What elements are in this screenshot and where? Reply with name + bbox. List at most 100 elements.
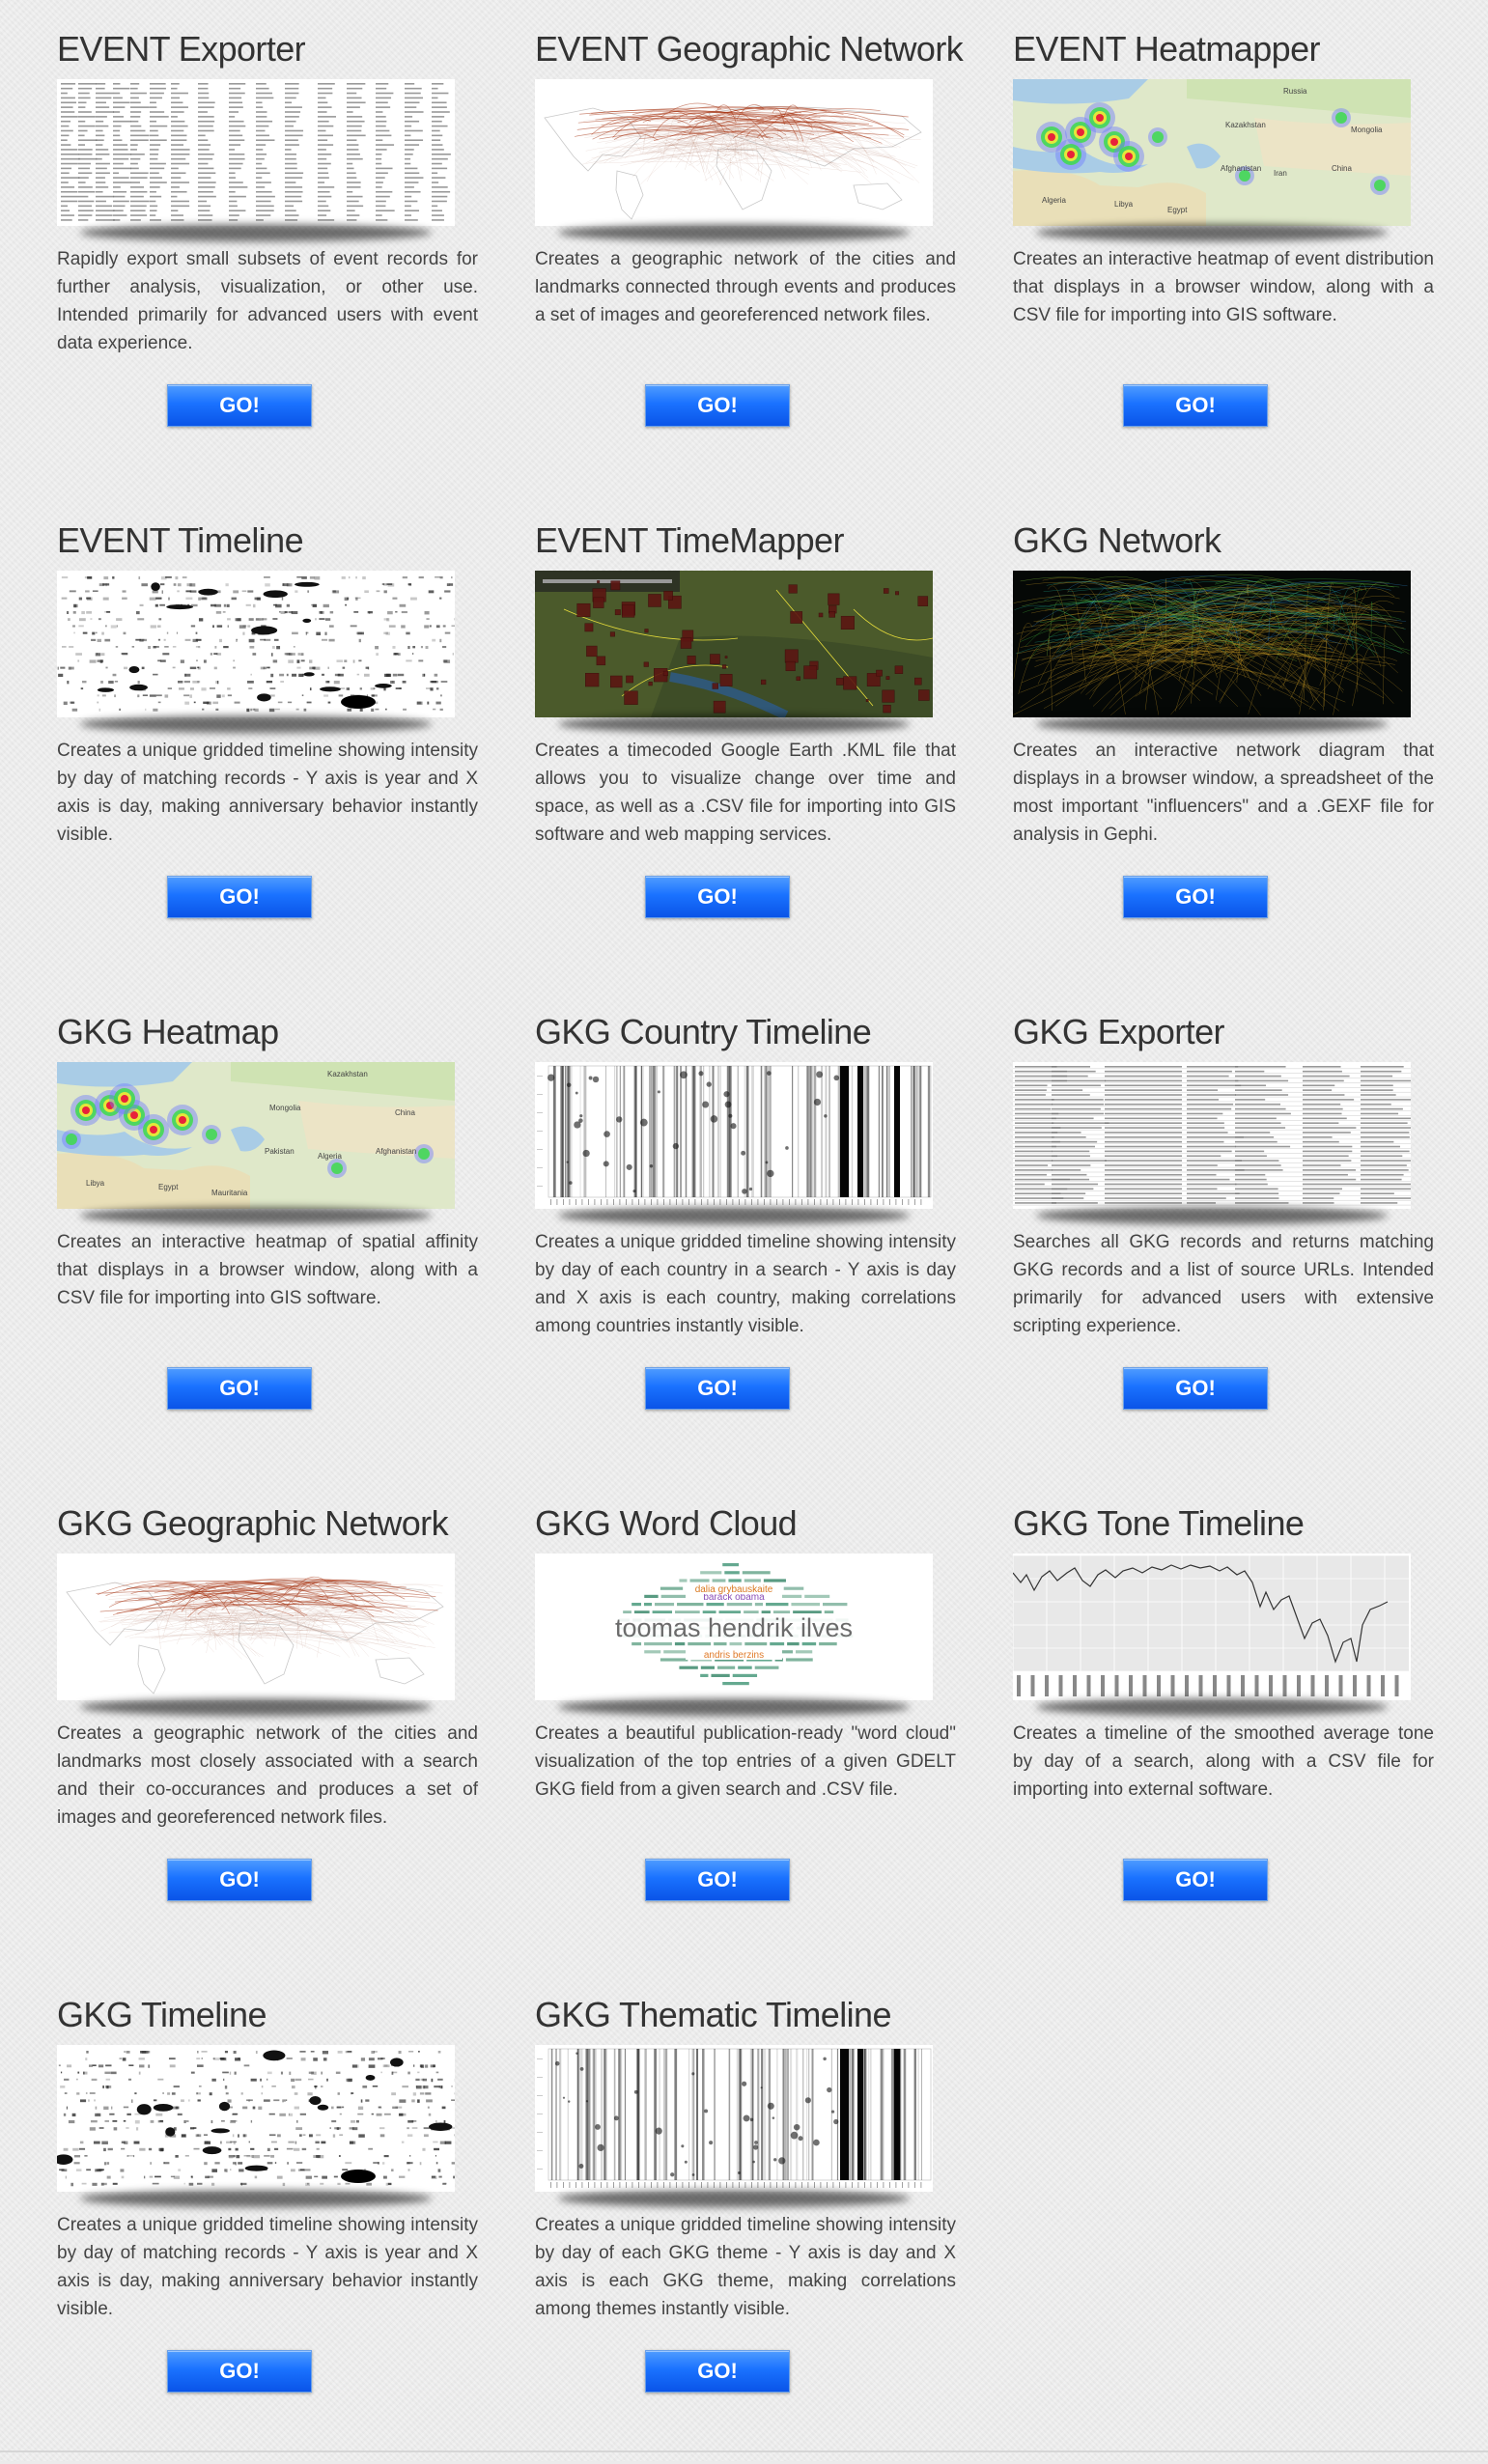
svg-text:Kazakhstan: Kazakhstan bbox=[1225, 121, 1266, 129]
spreadsheet-thumbnail bbox=[1013, 1062, 1411, 1209]
vertical-bar-timeline-image: ——————— bbox=[535, 2045, 933, 2192]
svg-text:—: — bbox=[537, 2112, 543, 2117]
svg-text:—: — bbox=[537, 1074, 543, 1079]
go-button[interactable]: GO! bbox=[167, 1367, 312, 1410]
tool-card-gkg-heatmap: GKG Heatmap KazakhstanMongoliaChinaAfgha… bbox=[57, 1008, 478, 1481]
svg-text:toomas hendrik ilves: toomas hendrik ilves bbox=[615, 1613, 853, 1642]
world-network-map-thumbnail bbox=[535, 79, 933, 226]
card-description: Creates a unique gridded timeline showin… bbox=[535, 1228, 956, 1340]
go-button[interactable]: GO! bbox=[645, 1859, 790, 1901]
card-title: EVENT Geographic Network bbox=[535, 27, 956, 71]
thumbnail-shadow bbox=[558, 715, 910, 733]
spreadsheet-table-wide-image bbox=[1013, 1062, 1411, 1209]
svg-text:Mongolia: Mongolia bbox=[269, 1104, 301, 1112]
tool-card-event-exporter: EVENT Exporter Rapidly export small subs… bbox=[57, 25, 478, 498]
heatmap-thumbnail: RussiaKazakhstanMongoliaChinaAfghanistan… bbox=[1013, 79, 1411, 226]
google-earth-map-image bbox=[535, 571, 933, 717]
card-title: GKG Thematic Timeline bbox=[535, 1993, 956, 2037]
svg-text:Pakistan: Pakistan bbox=[265, 1147, 295, 1156]
svg-text:—: — bbox=[537, 1092, 543, 1098]
gridded-timeline-image bbox=[57, 2045, 455, 2192]
gridded-timeline-thumbnail bbox=[57, 571, 455, 717]
svg-text:—: — bbox=[537, 2167, 543, 2172]
svg-text:China: China bbox=[1332, 164, 1352, 173]
svg-text:China: China bbox=[395, 1108, 415, 1117]
thumbnail-shadow bbox=[1036, 1698, 1388, 1716]
gridded-timeline-image bbox=[57, 571, 455, 717]
svg-text:Afghanistan: Afghanistan bbox=[376, 1147, 416, 1156]
tone-line-chart-image bbox=[1013, 1554, 1411, 1700]
svg-text:Algeria: Algeria bbox=[1042, 196, 1066, 205]
svg-text:—: — bbox=[537, 1129, 543, 1134]
vertical-bar-timeline-image: ——————— bbox=[535, 1062, 933, 1209]
thumbnail-shadow bbox=[80, 2190, 432, 2207]
svg-text:—: — bbox=[537, 1184, 543, 1190]
card-description: Creates a unique gridded timeline showin… bbox=[57, 2211, 478, 2323]
tool-card-gkg-geographic-network: GKG Geographic Network Creates a geograp… bbox=[57, 1499, 478, 1973]
tool-card-event-timemapper: EVENT TimeMapper Creates a timecoded Goo… bbox=[535, 517, 956, 990]
thumbnail-shadow bbox=[80, 715, 432, 733]
card-title: EVENT TimeMapper bbox=[535, 518, 956, 563]
go-button[interactable]: GO! bbox=[167, 1859, 312, 1901]
word-cloud-thumbnail: toomas hendrik ilvesbarack obamaandris b… bbox=[535, 1554, 933, 1700]
card-title: GKG Timeline bbox=[57, 1993, 478, 2037]
go-button[interactable]: GO! bbox=[645, 1367, 790, 1410]
go-button[interactable]: GO! bbox=[167, 384, 312, 427]
thumbnail-shadow bbox=[1036, 715, 1388, 733]
thumbnail-shadow bbox=[558, 1207, 910, 1224]
card-title: GKG Exporter bbox=[1013, 1010, 1434, 1054]
network-graph-image bbox=[1013, 571, 1411, 717]
spreadsheet-thumbnail bbox=[57, 79, 455, 226]
svg-text:Afghanistan: Afghanistan bbox=[1221, 164, 1261, 173]
vertical-bar-timeline-thumbnail: ——————— bbox=[535, 1062, 933, 1209]
thumbnail-shadow bbox=[558, 1698, 910, 1716]
card-title: GKG Geographic Network bbox=[57, 1501, 478, 1546]
card-title: GKG Word Cloud bbox=[535, 1501, 956, 1546]
thumbnail-shadow bbox=[80, 1698, 432, 1716]
thumbnail-shadow bbox=[80, 224, 432, 241]
tone-line-chart-thumbnail bbox=[1013, 1554, 1411, 1700]
tool-card-gkg-word-cloud: GKG Word Cloud toomas hendrik ilvesbarac… bbox=[535, 1499, 956, 1973]
tool-card-event-geographic-network: EVENT Geographic Network Creates a geogr… bbox=[535, 25, 956, 498]
svg-text:—: — bbox=[537, 1110, 543, 1116]
card-title: EVENT Exporter bbox=[57, 27, 478, 71]
svg-text:dalia grybauskaite: dalia grybauskaite bbox=[695, 1584, 773, 1595]
go-button[interactable]: GO! bbox=[645, 876, 790, 918]
svg-text:Algeria: Algeria bbox=[318, 1152, 342, 1161]
footer-divider bbox=[0, 2450, 1488, 2452]
svg-text:—: — bbox=[537, 2148, 543, 2154]
tool-card-gkg-timeline: GKG Timeline Creates a unique gridded ti… bbox=[57, 1991, 478, 2464]
card-description: Creates a unique gridded timeline showin… bbox=[57, 737, 478, 849]
svg-text:Iran: Iran bbox=[1274, 169, 1287, 178]
go-button[interactable]: GO! bbox=[1123, 384, 1268, 427]
card-title: GKG Heatmap bbox=[57, 1010, 478, 1054]
tool-card-gkg-tone-timeline: GKG Tone Timeline Creates a timeline of … bbox=[1013, 1499, 1434, 1973]
card-description: Rapidly export small subsets of event re… bbox=[57, 245, 478, 357]
svg-text:—: — bbox=[537, 2130, 543, 2136]
thumbnail-shadow bbox=[1036, 224, 1388, 241]
go-button[interactable]: GO! bbox=[1123, 876, 1268, 918]
card-title: GKG Tone Timeline bbox=[1013, 1501, 1434, 1546]
gridded-timeline-thumbnail bbox=[57, 2045, 455, 2192]
tool-card-gkg-country-timeline: GKG Country Timeline ——————— Creates a u… bbox=[535, 1008, 956, 1481]
go-button[interactable]: GO! bbox=[645, 2350, 790, 2393]
svg-text:Libya: Libya bbox=[86, 1179, 105, 1188]
go-button[interactable]: GO! bbox=[645, 384, 790, 427]
go-button[interactable]: GO! bbox=[1123, 1367, 1268, 1410]
thumbnail-shadow bbox=[558, 224, 910, 241]
card-description: Creates a unique gridded timeline showin… bbox=[535, 2211, 956, 2323]
card-description: Creates a geographic network of the citi… bbox=[535, 245, 956, 329]
go-button[interactable]: GO! bbox=[167, 876, 312, 918]
go-button[interactable]: GO! bbox=[167, 2350, 312, 2393]
world-network-map-image bbox=[57, 1554, 455, 1700]
vertical-bar-timeline-thumbnail: ——————— bbox=[535, 2045, 933, 2192]
svg-text:—: — bbox=[537, 2057, 543, 2062]
tool-card-event-heatmapper: EVENT Heatmapper RussiaKazakhstanMongoli… bbox=[1013, 25, 1434, 498]
go-button[interactable]: GO! bbox=[1123, 1859, 1268, 1901]
heatmap-image: RussiaKazakhstanMongoliaChinaAfghanistan… bbox=[1013, 79, 1411, 226]
card-description: Creates an interactive network diagram t… bbox=[1013, 737, 1434, 849]
card-title: GKG Country Timeline bbox=[535, 1010, 956, 1054]
svg-text:—: — bbox=[537, 2075, 543, 2081]
heatmap-thumbnail: KazakhstanMongoliaChinaAfghanistanPakist… bbox=[57, 1062, 455, 1209]
svg-text:—: — bbox=[537, 1147, 543, 1153]
